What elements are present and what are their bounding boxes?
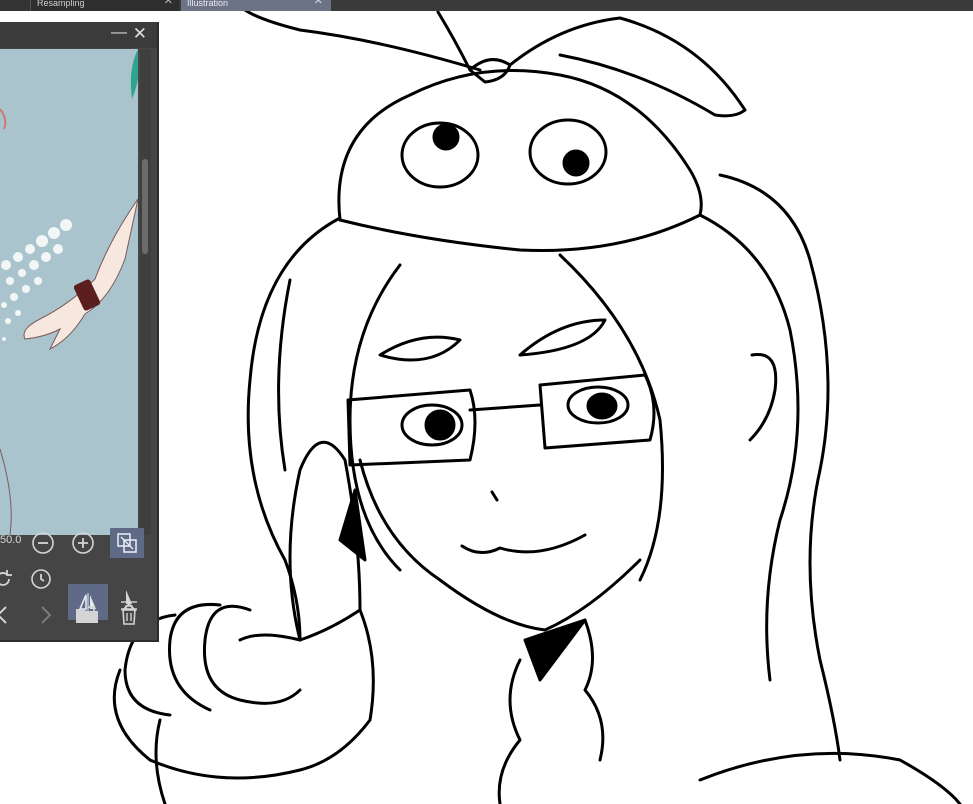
- tab-illustration[interactable]: Illustration ✕: [181, 0, 331, 11]
- zoom-out-button[interactable]: [26, 528, 60, 558]
- canvas-preview[interactable]: [0, 49, 138, 535]
- back-button[interactable]: [0, 600, 20, 630]
- fit-to-window-button[interactable]: [110, 528, 144, 558]
- preview-image: [0, 49, 138, 535]
- forward-button[interactable]: [28, 600, 62, 630]
- close-icon[interactable]: ✕: [314, 0, 323, 7]
- folder-icon: [76, 606, 98, 623]
- tab-label: Illustration: [187, 0, 229, 8]
- tab-previous[interactable]: [0, 0, 31, 11]
- reset-rotation-button[interactable]: [24, 564, 58, 594]
- open-folder-button[interactable]: [70, 600, 104, 630]
- delete-button[interactable]: [112, 600, 146, 630]
- chevron-right-icon: [41, 606, 52, 624]
- close-icon[interactable]: ✕: [164, 0, 173, 7]
- zoom-value[interactable]: 50.0: [0, 534, 21, 546]
- close-icon[interactable]: ✕: [133, 24, 147, 44]
- navigator-panel: — ✕ 50.0: [0, 22, 159, 642]
- fit-window-icon: [117, 533, 137, 553]
- preview-scrollbar[interactable]: [140, 49, 151, 535]
- tab-label: Resampling: [37, 0, 85, 8]
- tab-bar: Resampling ✕ Illustration ✕: [0, 0, 973, 11]
- plus-circle-icon: [72, 532, 94, 554]
- rotate-icon: [0, 570, 12, 586]
- rotate-button[interactable]: [0, 564, 20, 594]
- zoom-in-button[interactable]: [66, 528, 100, 558]
- reset-rotation-icon: [31, 569, 51, 589]
- minus-circle-icon: [32, 532, 54, 554]
- trash-icon: [121, 605, 137, 625]
- minimize-icon[interactable]: —: [111, 24, 127, 42]
- tab-resampling[interactable]: Resampling ✕: [31, 0, 179, 11]
- scrollbar-thumb[interactable]: [142, 159, 148, 254]
- line-art: [112, 11, 962, 804]
- panel-title-bar[interactable]: — ✕: [0, 22, 157, 48]
- chevron-left-icon: [0, 606, 7, 624]
